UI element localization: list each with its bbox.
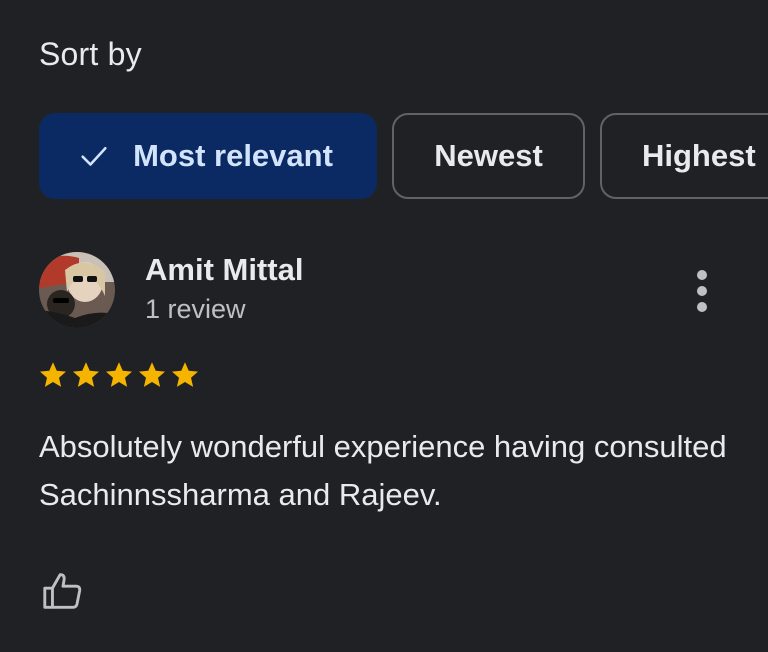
- star-rating: [38, 360, 200, 390]
- star-icon: [73, 362, 99, 387]
- sort-chip-newest[interactable]: Newest: [392, 113, 585, 199]
- more-vert-icon-dot: [697, 286, 707, 296]
- star-icon: [172, 362, 198, 387]
- star-icon: [106, 362, 132, 387]
- reviewer-avatar[interactable]: [39, 252, 115, 328]
- star-icon: [139, 362, 165, 387]
- reviews-panel: Sort by Most relevant Newest Highest Ami…: [0, 0, 768, 652]
- more-options-button[interactable]: [684, 266, 720, 316]
- sort-chip-highest[interactable]: Highest: [600, 113, 768, 199]
- check-icon: [81, 146, 107, 166]
- reviewer-review-count: 1 review: [145, 294, 246, 324]
- sort-by-label: Sort by: [39, 36, 142, 72]
- reviewer-name[interactable]: Amit Mittal: [145, 252, 303, 288]
- star-icon: [40, 362, 66, 387]
- sort-chip-label: Highest: [642, 138, 756, 173]
- thumb-up-icon[interactable]: [40, 568, 86, 614]
- review-text: Absolutely wonderful experience having c…: [39, 429, 727, 512]
- more-vert-icon-dot: [697, 270, 707, 280]
- more-vert-icon-dot: [697, 302, 707, 312]
- sort-chips: Most relevant Newest Highest: [0, 113, 768, 201]
- avatar-photo: [39, 252, 115, 328]
- sort-chip-label: Newest: [434, 138, 543, 173]
- sort-chip-label: Most relevant: [133, 138, 333, 173]
- sort-chip-most-relevant[interactable]: Most relevant: [39, 113, 377, 199]
